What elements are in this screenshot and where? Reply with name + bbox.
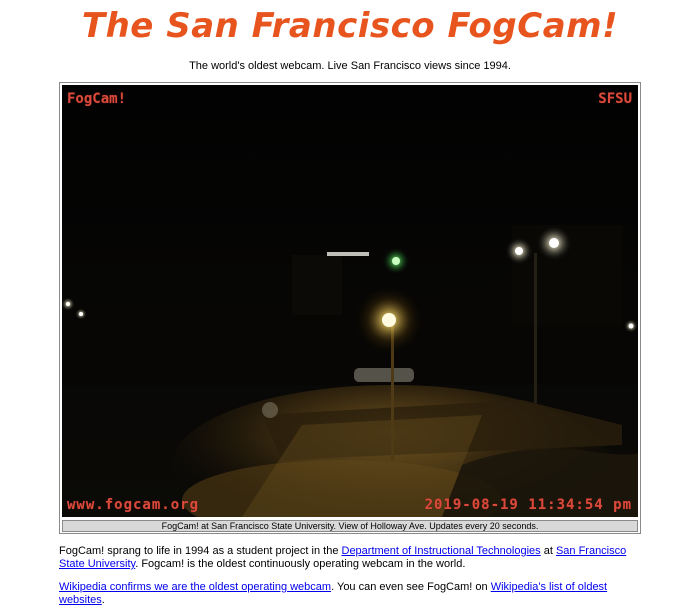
wikipedia-text-b: . — [101, 594, 105, 606]
intro-text-b: at — [540, 545, 556, 557]
intro-text-a: FogCam! sprang to life in 1994 as a stud… — [59, 545, 342, 557]
wikipedia-paragraph: Wikipedia confirms we are the oldest ope… — [59, 581, 641, 607]
wikipedia-text-a: . You can even see FogCam! on — [331, 581, 491, 593]
intro-text-c: . Fogcam! is the oldest continuously ope… — [135, 558, 466, 570]
webcam-scene — [62, 85, 638, 517]
overlay-location: SFSU — [598, 91, 632, 107]
department-link[interactable]: Department of Instructional Technologies — [342, 545, 541, 557]
overlay-url: www.fogcam.org — [67, 497, 200, 513]
webcam-caption: FogCam! at San Francisco State Universit… — [62, 520, 638, 532]
webcam-frame: FogCam! SFSU www.fogcam.org 2019-08-19 1… — [59, 82, 641, 534]
webcam-image: FogCam! SFSU www.fogcam.org 2019-08-19 1… — [62, 85, 638, 517]
overlay-brand: FogCam! — [67, 91, 127, 107]
page-tagline: The world's oldest webcam. Live San Fran… — [189, 60, 511, 72]
page-title: The San Francisco FogCam! — [81, 6, 619, 46]
wikipedia-confirms-link[interactable]: Wikipedia confirms we are the oldest ope… — [59, 581, 331, 593]
overlay-timestamp: 2019-08-19 11:34:54 pm — [424, 497, 632, 513]
intro-paragraph: FogCam! sprang to life in 1994 as a stud… — [59, 545, 641, 571]
